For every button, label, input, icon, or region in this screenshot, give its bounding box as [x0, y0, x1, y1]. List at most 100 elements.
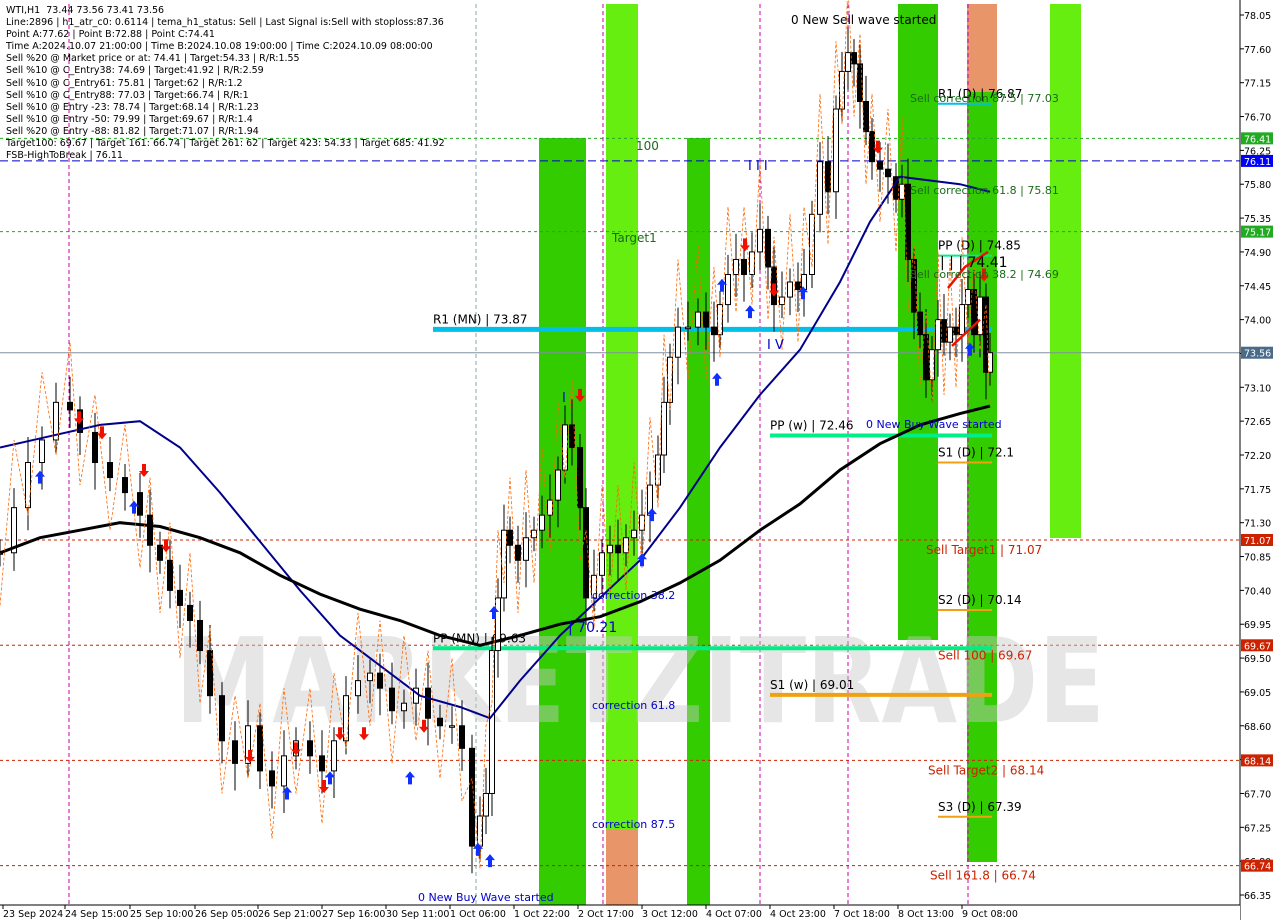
candle-body: [733, 258, 739, 275]
time-axis: 23 Sep 2024 24 Sep 15:00 25 Sep 10:00 26 Se…: [0, 904, 1240, 920]
candle-body: [377, 672, 383, 689]
chart-annotation: Sell correction 87.5 | 77.03: [910, 92, 1059, 105]
time-tick-label: 3 Oct 12:00: [642, 909, 698, 920]
candle-body: [851, 52, 857, 65]
candle-body: [483, 792, 489, 817]
chart-annotation: correction 87.5: [592, 818, 675, 831]
price-axis: 78.0577.6077.1576.7076.2575.8075.3574.90…: [1239, 0, 1280, 920]
candle-body: [507, 529, 513, 546]
candle-body: [607, 544, 613, 554]
candle-body: [787, 281, 793, 298]
time-tick-label: 30 Sep 11:00: [386, 909, 449, 920]
candle-body: [869, 131, 875, 163]
pivot-level-label: PP (w) | 72.46: [770, 418, 854, 432]
info-line: WTI,H1 73.44 73.56 73.41 73.56: [6, 5, 165, 16]
price-tick-label: 74.45: [1244, 282, 1271, 293]
candle-body: [39, 439, 45, 464]
price-tick-label: 74.90: [1244, 248, 1271, 259]
sell-target-label: Sell 161.8 | 66.74: [930, 869, 1036, 883]
sell-target-label: Sell 100 | 69.67: [938, 648, 1032, 662]
candle-body: [107, 462, 113, 479]
candle-body: [122, 477, 128, 494]
time-tick-label: 9 Oct 08:00: [962, 909, 1018, 920]
candle-body: [779, 296, 785, 306]
price-tick-label: 73.10: [1244, 383, 1271, 394]
candle-body: [833, 108, 839, 193]
candle-body: [623, 537, 629, 554]
time-tick-label: 24 Sep 15:00: [65, 909, 128, 920]
info-line: Sell %20 @ Entry -88: 81.82 | Target:71.…: [6, 125, 259, 137]
candle-body: [977, 296, 983, 336]
sell-arrow-icon: [319, 779, 329, 793]
chart-annotation: 0 New Sell wave started: [791, 13, 936, 27]
zone-bar: [539, 138, 586, 905]
chart-annotation: correction 38.2: [592, 589, 675, 602]
info-line: Sell %10 @ C_Entry38: 74.69 | Target:41.…: [6, 65, 264, 77]
price-tick-label: 72.20: [1244, 451, 1271, 462]
info-line: Sell %10 @ C_Entry61: 75.81 | Target:62 …: [6, 77, 243, 89]
candle-body: [577, 446, 583, 509]
chart-annotation: | 70.21: [568, 620, 617, 636]
candle-body: [177, 589, 183, 606]
candle-body: [711, 326, 717, 336]
candle-body: [523, 537, 529, 561]
pivot-level-label: S2 (D) | 70.14: [938, 593, 1022, 607]
zone-bar: [606, 4, 638, 905]
info-line: Sell %10 @ Entry -50: 79.99 | Target:69.…: [6, 113, 253, 125]
price-tick-label: 76.70: [1244, 113, 1271, 124]
price-tick-label: 71.30: [1244, 519, 1271, 530]
time-tick-label: 1 Oct 22:00: [514, 909, 570, 920]
price-box-label: 76.11: [1244, 157, 1271, 168]
candle-body: [257, 725, 263, 772]
chart-window: MARKETZITRADE R1 (MN) | 73.87 PP (MN) | 6…: [0, 0, 1280, 920]
price-box-label: 73.56: [1244, 349, 1271, 360]
time-tick-label: 4 Oct 07:00: [706, 909, 762, 920]
candle-body: [343, 695, 349, 742]
candle-body: [67, 401, 73, 411]
candle-body: [877, 161, 883, 170]
price-tick-label: 67.70: [1244, 789, 1271, 800]
chart-annotation: 0 New Buy Wave started: [418, 891, 554, 904]
candle-body: [562, 424, 568, 471]
candle-body: [917, 311, 923, 336]
candle-body: [425, 687, 431, 719]
zone-bar: [606, 830, 638, 905]
candle-body: [137, 492, 143, 516]
zone-bar: [967, 4, 997, 92]
pivot-level-label: S1 (w) | 69.01: [770, 678, 854, 692]
candle-body: [695, 311, 701, 328]
price-tick-label: 77.15: [1244, 79, 1271, 90]
info-line: FSB-HighToBreak | 76.11: [6, 150, 123, 162]
price-tick-label: 70.40: [1244, 586, 1271, 597]
candle-body: [281, 755, 287, 787]
buy-arrow-icon: [35, 470, 45, 484]
price-box-label: 76.41: [1244, 134, 1271, 145]
candle-body: [389, 687, 395, 712]
price-tick-label: 69.50: [1244, 654, 1271, 665]
watermark-text: MARKETZITRADE: [175, 612, 1105, 750]
candle-body: [319, 755, 325, 772]
candle-body: [675, 326, 681, 358]
pivot-level-label: S1 (D) | 72.1: [938, 446, 1014, 460]
candle-body: [631, 529, 637, 539]
candle-body: [757, 228, 763, 253]
time-tick-label: 26 Sep 21:00: [258, 909, 321, 920]
price-tick-label: 69.95: [1244, 620, 1271, 631]
buy-arrow-icon: [712, 372, 722, 386]
time-tick-label: 27 Sep 16:00: [322, 909, 385, 920]
candle-body: [703, 311, 709, 328]
price-tick-label: 70.85: [1244, 553, 1271, 564]
candle-body: [885, 168, 891, 178]
price-tick-label: 78.05: [1244, 11, 1271, 22]
candle-body: [615, 544, 621, 554]
candle-body: [355, 680, 361, 697]
candle-body: [959, 304, 965, 336]
chart-annotation: Sell correction 61.8 | 75.81: [910, 184, 1059, 197]
watermark-layer: MARKETZITRADE: [175, 612, 1105, 750]
signal-arrows-layer: [35, 140, 989, 868]
info-line: Time A:2024.10.07 21:00:00 | Time B:2024…: [6, 41, 433, 53]
candle-body: [947, 326, 953, 343]
candle-body: [661, 401, 667, 456]
buy-arrow-icon: [745, 305, 755, 319]
candle-body: [935, 319, 941, 351]
